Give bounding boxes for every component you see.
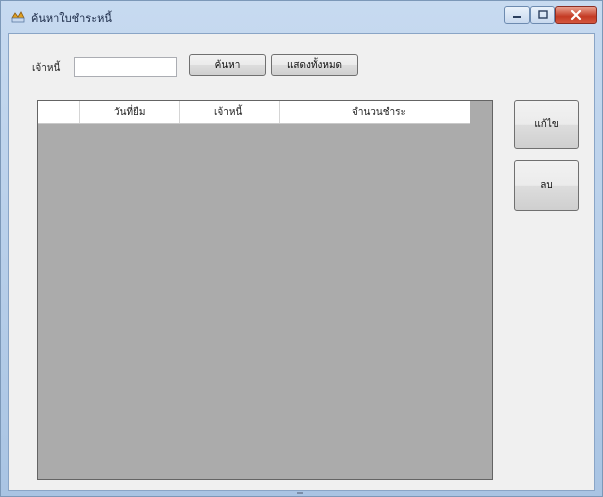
close-button[interactable] — [555, 6, 597, 24]
window-title: ค้นหาใบชำระหนี้ — [31, 12, 112, 25]
column-header-borrow-date[interactable]: วันที่ยืม — [80, 101, 180, 123]
payments-grid[interactable]: วันที่ยืม เจ้าหนี้ จำนวนชำระ — [37, 100, 493, 480]
column-header-payment-amount[interactable]: จำนวนชำระ — [280, 101, 470, 123]
maximize-button[interactable] — [530, 6, 555, 24]
column-header-creditor[interactable]: เจ้าหนี้ — [180, 101, 280, 123]
minimize-button[interactable] — [504, 6, 530, 24]
edit-button[interactable]: แก้ไข — [514, 100, 579, 149]
size-grip[interactable] — [297, 492, 303, 494]
form-body: เจ้าหนี้ ค้นหา แสดงทั้งหมด วันที่ยืม เจ้… — [8, 33, 595, 491]
grid-header: วันที่ยืม เจ้าหนี้ จำนวนชำระ — [38, 101, 470, 124]
maximize-icon — [537, 10, 548, 19]
delete-button[interactable]: ลบ — [514, 160, 579, 211]
minimize-icon — [513, 16, 521, 18]
row-header-corner[interactable] — [38, 101, 80, 123]
creditor-search-input[interactable] — [74, 57, 177, 77]
title-bar[interactable]: ค้นหาใบชำระหนี้ — [1, 1, 602, 33]
app-icon — [10, 9, 26, 25]
close-icon — [570, 9, 582, 21]
creditor-label: เจ้าหนี้ — [32, 63, 61, 74]
show-all-button[interactable]: แสดงทั้งหมด — [271, 54, 358, 76]
app-window: ค้นหาใบชำระหนี้ เจ้าหนี้ ค้นหา แสดงทั้งห… — [0, 0, 603, 497]
search-button[interactable]: ค้นหา — [189, 54, 266, 76]
